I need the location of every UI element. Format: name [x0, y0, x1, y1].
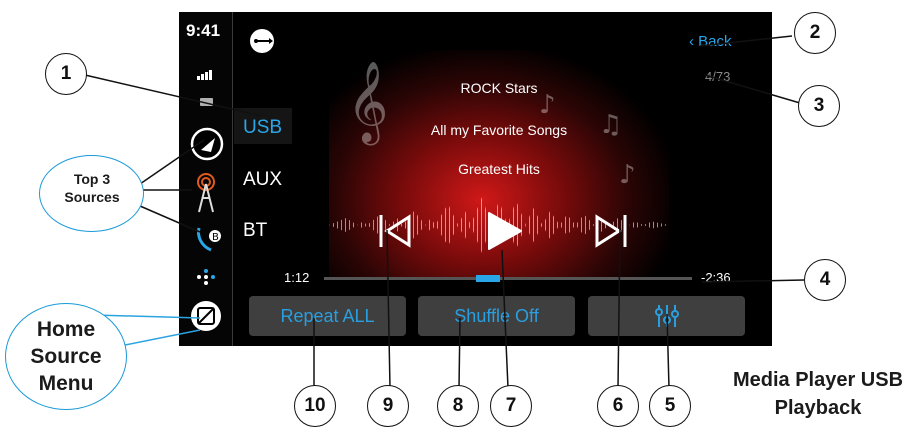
callout-5: 5	[649, 385, 691, 427]
callout-leader-lines	[84, 35, 805, 389]
callout-10: 10	[294, 385, 336, 427]
callout-1: 1	[45, 53, 87, 95]
caption: Media Player USB Playback	[732, 369, 904, 419]
top3-sources-text: Top 3 Sources	[64, 171, 120, 205]
home-source-menu-label: Home Source Menu	[5, 303, 127, 410]
callout-6: 6	[597, 385, 639, 427]
callout-7: 7	[490, 385, 532, 427]
callout-2: 2	[794, 12, 836, 54]
callout-4: 4	[804, 259, 846, 301]
callout-8: 8	[437, 385, 479, 427]
callout-3: 3	[798, 85, 840, 127]
home-source-menu-text: Home Source Menu	[30, 318, 102, 395]
callout-9: 9	[367, 385, 409, 427]
top3-sources-label: Top 3 Sources	[39, 155, 144, 232]
